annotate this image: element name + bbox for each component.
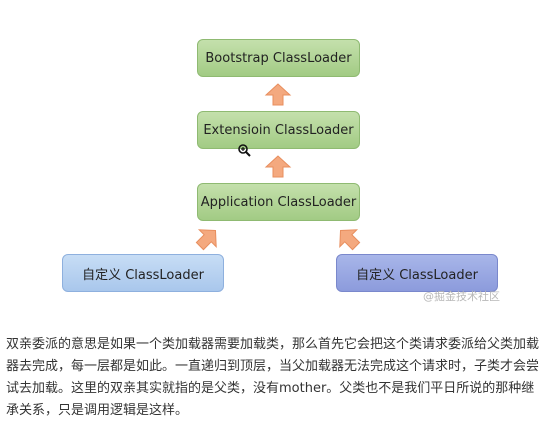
arrow-custom2-to-application: [339, 229, 361, 251]
zoom-cursor-icon: [238, 144, 251, 157]
arrow-extension-to-bootstrap: [264, 83, 292, 106]
arrow-custom1-to-application: [195, 229, 217, 251]
explanation-paragraph: 双亲委派的意思是如果一个类加载器需要加载类，那么首先它会把这个类请求委派给父类加…: [6, 337, 540, 418]
classloader-diagram: Bootstrap ClassLoader Extensioin ClassLo…: [0, 0, 553, 310]
watermark: @掘金技术社区: [423, 290, 500, 303]
diagram-arrows: [195, 83, 361, 251]
arrow-application-to-extension: [264, 155, 292, 178]
